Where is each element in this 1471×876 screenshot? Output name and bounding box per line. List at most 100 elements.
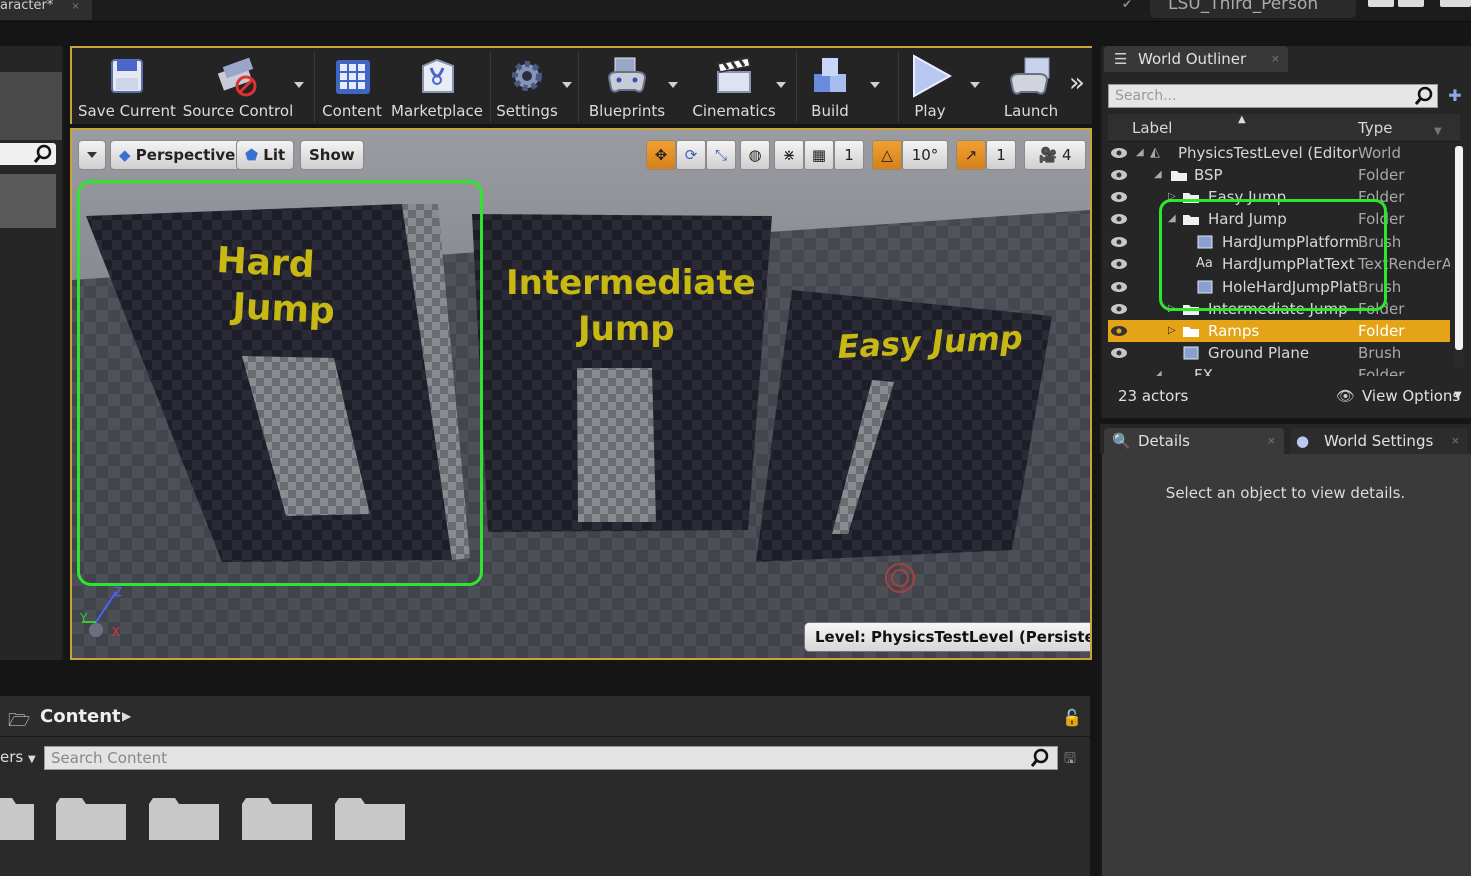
outliner-row[interactable]: ◢ FX Folder bbox=[1108, 364, 1450, 376]
chevron-down-icon[interactable] bbox=[668, 82, 678, 88]
outliner-scrollbar[interactable] bbox=[1454, 146, 1464, 368]
outliner-row[interactable]: Ground Plane Brush bbox=[1108, 342, 1450, 364]
save-current-label: Save Current bbox=[78, 102, 176, 120]
translate-tool-button[interactable]: ✥ bbox=[646, 140, 676, 170]
expand-arrow-icon[interactable]: ▷ bbox=[1168, 320, 1176, 342]
save-current-button[interactable]: Save Current bbox=[78, 48, 176, 124]
scale-tool-button[interactable]: ⤡ bbox=[706, 140, 736, 170]
grid-snap-value[interactable]: 1 bbox=[834, 140, 864, 170]
column-type[interactable]: Type bbox=[1358, 114, 1392, 142]
grid-snap-button[interactable]: ▦ bbox=[804, 140, 834, 170]
visibility-eye-icon[interactable] bbox=[1110, 189, 1128, 205]
lock-icon[interactable]: 🔓 bbox=[1062, 708, 1082, 727]
maximize-button[interactable] bbox=[1398, 0, 1424, 7]
scale-snap-value[interactable]: 1 bbox=[986, 140, 1016, 170]
surface-snap-button[interactable]: ⋇ bbox=[774, 140, 804, 170]
rotation-snap-button[interactable]: △ bbox=[872, 140, 902, 170]
column-label[interactable]: Label bbox=[1132, 114, 1172, 142]
play-button[interactable]: Play bbox=[902, 48, 980, 124]
level-viewport[interactable]: Hard Jump Intermediate Jump Easy Jump Z … bbox=[70, 128, 1092, 660]
launch-button[interactable]: Launch bbox=[998, 48, 1064, 124]
folder-open-icon: 🗁 bbox=[8, 710, 31, 731]
content-icon bbox=[336, 60, 370, 94]
toolbar-divider bbox=[796, 52, 797, 122]
view-options-button[interactable]: View Options bbox=[1362, 384, 1460, 408]
cinematics-label: Cinematics bbox=[692, 102, 776, 120]
add-folder-icon[interactable]: ✚ bbox=[1444, 86, 1466, 106]
chevron-down-icon[interactable] bbox=[970, 82, 980, 88]
folder-icon[interactable] bbox=[147, 796, 221, 842]
scrollbar-thumb[interactable] bbox=[1455, 146, 1463, 350]
chevron-down-icon[interactable] bbox=[294, 82, 304, 88]
outliner-search-input[interactable]: Search... bbox=[1108, 84, 1438, 108]
grid-icon: ▦ bbox=[811, 146, 827, 164]
chevron-down-icon: ▼ bbox=[28, 754, 36, 765]
document-tab[interactable]: aracter* × bbox=[0, 0, 92, 20]
toolbar-overflow-button[interactable]: » bbox=[1066, 48, 1088, 124]
content-path-root[interactable]: Content bbox=[40, 706, 121, 727]
visibility-eye-icon[interactable] bbox=[1110, 323, 1128, 339]
perspective-icon: ◆ bbox=[119, 146, 131, 164]
blueprints-button[interactable]: Blueprints bbox=[586, 48, 678, 124]
visibility-eye-icon[interactable] bbox=[1110, 234, 1128, 250]
tab-close-icon[interactable]: × bbox=[1451, 428, 1460, 454]
outliner-row-selected[interactable]: ▷ Ramps Folder bbox=[1108, 320, 1450, 342]
perspective-button[interactable]: ◆ Perspective bbox=[110, 140, 245, 170]
scale-snap-icon: ↗ bbox=[964, 146, 978, 164]
cinematics-button[interactable]: Cinematics bbox=[690, 48, 786, 124]
folder-icon[interactable] bbox=[333, 796, 407, 842]
tab-close-icon[interactable]: × bbox=[71, 1, 79, 12]
tab-details[interactable]: 🔍 Details × bbox=[1104, 428, 1284, 454]
scale-snap-button[interactable]: ↗ bbox=[956, 140, 986, 170]
camera-speed-button[interactable]: 🎥 4 bbox=[1024, 140, 1086, 170]
close-window-button[interactable] bbox=[1440, 0, 1471, 7]
world-icon: ◭ bbox=[1150, 145, 1160, 160]
collapse-arrow-icon[interactable]: ◢ bbox=[1154, 164, 1162, 186]
build-button[interactable]: Build bbox=[802, 48, 880, 124]
visibility-eye-icon[interactable] bbox=[1110, 256, 1128, 272]
tab-world-outliner[interactable]: ☰ World Outliner × bbox=[1104, 46, 1288, 72]
modes-panel-item[interactable] bbox=[0, 174, 56, 228]
rotation-snap-value[interactable]: 10° bbox=[902, 140, 948, 170]
chevron-down-icon[interactable] bbox=[870, 82, 880, 88]
world-local-toggle[interactable]: ◍ bbox=[740, 140, 770, 170]
minimize-button[interactable] bbox=[1368, 0, 1394, 7]
chevron-down-icon[interactable] bbox=[776, 82, 786, 88]
visibility-eye-icon[interactable] bbox=[1110, 345, 1128, 361]
visibility-eye-icon[interactable] bbox=[1110, 301, 1128, 317]
viewport-options-button[interactable] bbox=[78, 140, 106, 170]
visibility-eye-icon[interactable] bbox=[1110, 279, 1128, 295]
visibility-eye-icon[interactable] bbox=[1110, 211, 1128, 227]
row-type: Folder bbox=[1358, 322, 1405, 340]
chevron-down-icon[interactable]: ▼ bbox=[1454, 384, 1462, 408]
chevron-down-icon[interactable] bbox=[562, 82, 572, 88]
rotate-tool-button[interactable]: ⟳ bbox=[676, 140, 706, 170]
folder-icon[interactable] bbox=[54, 796, 128, 842]
lit-button[interactable]: ⬟ Lit bbox=[236, 140, 295, 170]
outliner-header: Label ▲ Type ▼ bbox=[1108, 114, 1460, 142]
visibility-eye-icon[interactable] bbox=[1110, 167, 1128, 183]
outliner-row-clipped[interactable]: ◢ FX Folder bbox=[1108, 364, 1450, 376]
content-search-input[interactable]: Search Content bbox=[44, 746, 1058, 770]
tab-close-icon[interactable]: × bbox=[1267, 428, 1276, 454]
search-icon bbox=[1030, 748, 1049, 767]
collapse-arrow-icon[interactable]: ◢ bbox=[1154, 364, 1162, 376]
content-button[interactable]: Content bbox=[320, 48, 384, 124]
save-search-icon[interactable]: 🖫 bbox=[1064, 748, 1076, 772]
path-arrow-icon[interactable]: ▶ bbox=[122, 709, 131, 723]
visibility-eye-icon[interactable] bbox=[1110, 145, 1128, 161]
folder-icon[interactable] bbox=[240, 796, 314, 842]
marketplace-button[interactable]: Marketplace bbox=[390, 48, 484, 124]
tab-close-icon[interactable]: × bbox=[1271, 46, 1280, 72]
show-button[interactable]: Show bbox=[300, 140, 364, 170]
outliner-row[interactable]: ◢ ◭ PhysicsTestLevel (Editor) World bbox=[1108, 142, 1450, 164]
folder-icon[interactable] bbox=[0, 796, 36, 842]
tab-world-settings[interactable]: ● World Settings × bbox=[1290, 428, 1468, 454]
modes-search-input[interactable] bbox=[0, 143, 56, 165]
splitter[interactable] bbox=[1090, 660, 1100, 876]
source-control-button[interactable]: Source Control bbox=[180, 48, 304, 124]
outliner-row[interactable]: ◢ BSP Folder bbox=[1108, 164, 1450, 186]
collapse-arrow-icon[interactable]: ◢ bbox=[1136, 142, 1144, 164]
settings-button[interactable]: Settings bbox=[496, 48, 572, 124]
filters-button[interactable]: ers ▼ bbox=[0, 746, 36, 771]
